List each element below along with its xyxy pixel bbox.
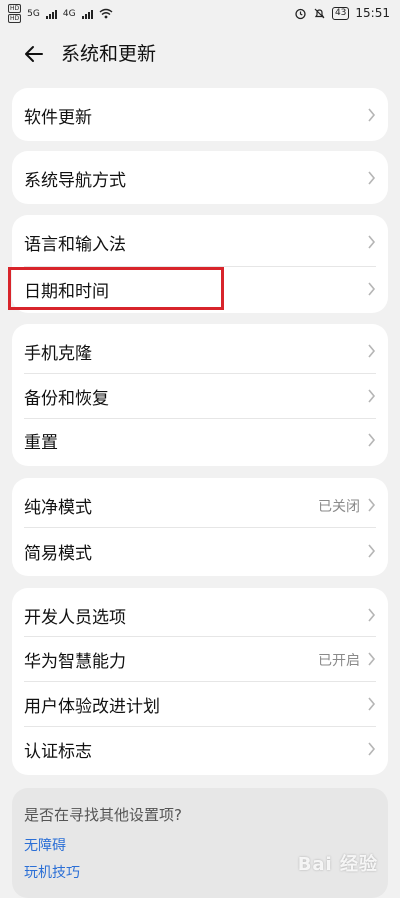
alarm-icon xyxy=(295,8,306,19)
status-bar-right: 43 15:51 xyxy=(294,6,390,20)
row-certification[interactable]: 认证标志 xyxy=(12,727,388,775)
signal-icon-1 xyxy=(45,9,57,19)
page-header: 系统和更新 xyxy=(0,28,400,80)
row-phone-clone[interactable]: 手机克隆 xyxy=(12,324,388,374)
chevron-right-icon xyxy=(368,344,376,358)
row-label: 软件更新 xyxy=(24,108,92,128)
chevron-right-icon xyxy=(368,235,376,249)
card-nav-mode: 系统导航方式 xyxy=(12,151,388,204)
highlight-box xyxy=(8,267,224,310)
row-label: 认证标志 xyxy=(24,742,92,762)
chevron-right-icon xyxy=(368,433,376,447)
row-ux-plan[interactable]: 用户体验改进计划 xyxy=(12,682,388,727)
chevron-right-icon xyxy=(368,652,376,666)
page-title: 系统和更新 xyxy=(61,43,157,65)
row-status-value: 已开启 xyxy=(318,653,360,669)
back-arrow-icon[interactable] xyxy=(22,40,50,68)
hd-badge-2: HD xyxy=(8,14,22,23)
chevron-right-icon xyxy=(368,697,376,711)
suggestions-card: 是否在寻找其他设置项? 无障碍 玩机技巧 xyxy=(12,788,388,898)
watermark: Bai 经验 xyxy=(297,854,378,875)
chevron-right-icon xyxy=(368,498,376,512)
link-tips[interactable]: 玩机技巧 xyxy=(24,862,80,882)
card-clone-backup-reset: 手机克隆 备份和恢复 重置 xyxy=(12,324,388,466)
network-5g: 5G xyxy=(27,8,40,19)
chevron-right-icon xyxy=(368,544,376,558)
row-reset[interactable]: 重置 xyxy=(12,419,388,466)
row-label: 简易模式 xyxy=(24,544,92,564)
row-huawei-ai[interactable]: 华为智慧能力 已开启 xyxy=(12,637,388,682)
mute-bell-icon xyxy=(314,8,325,18)
row-label: 华为智慧能力 xyxy=(24,652,126,672)
chevron-right-icon xyxy=(368,389,376,403)
row-label: 重置 xyxy=(24,433,58,453)
row-status-value: 已关闭 xyxy=(318,499,360,515)
row-label: 手机克隆 xyxy=(24,344,92,364)
row-simple-mode[interactable]: 简易模式 xyxy=(12,528,388,576)
suggestions-question: 是否在寻找其他设置项? xyxy=(24,806,182,824)
signal-icon-2 xyxy=(81,9,93,19)
row-label: 用户体验改进计划 xyxy=(24,697,160,717)
wifi-icon xyxy=(99,8,112,19)
row-label: 系统导航方式 xyxy=(24,171,126,191)
battery-icon: 43 xyxy=(331,6,350,20)
network-4g: 4G xyxy=(62,8,76,19)
row-label: 开发人员选项 xyxy=(24,608,126,628)
row-pure-mode[interactable]: 纯净模式 已关闭 xyxy=(12,478,388,528)
card-developer: 开发人员选项 华为智慧能力 已开启 用户体验改进计划 认证标志 xyxy=(12,588,388,775)
chevron-right-icon xyxy=(368,108,376,122)
row-developer-options[interactable]: 开发人员选项 xyxy=(12,588,388,637)
row-label: 语言和输入法 xyxy=(24,235,126,255)
chevron-right-icon xyxy=(368,282,376,296)
chevron-right-icon xyxy=(368,171,376,185)
row-backup-restore[interactable]: 备份和恢复 xyxy=(12,374,388,419)
status-bar: HD HD 5G 4G 43 15:51 xyxy=(0,0,400,28)
link-accessibility[interactable]: 无障碍 xyxy=(24,835,66,855)
chevron-right-icon xyxy=(368,608,376,622)
hd-badge-1: HD xyxy=(8,4,22,13)
card-software-update: 软件更新 xyxy=(12,88,388,141)
row-language-input[interactable]: 语言和输入法 xyxy=(12,215,388,266)
clock: 15:51 xyxy=(355,6,390,20)
row-label: 纯净模式 xyxy=(24,498,92,518)
row-label: 备份和恢复 xyxy=(24,389,109,409)
row-software-update[interactable]: 软件更新 xyxy=(12,88,388,141)
hd-indicators: HD HD xyxy=(8,4,22,23)
chevron-right-icon xyxy=(368,742,376,756)
card-modes: 纯净模式 已关闭 简易模式 xyxy=(12,478,388,576)
row-nav-mode[interactable]: 系统导航方式 xyxy=(12,151,388,204)
status-bar-left: HD HD 5G 4G xyxy=(8,4,113,23)
